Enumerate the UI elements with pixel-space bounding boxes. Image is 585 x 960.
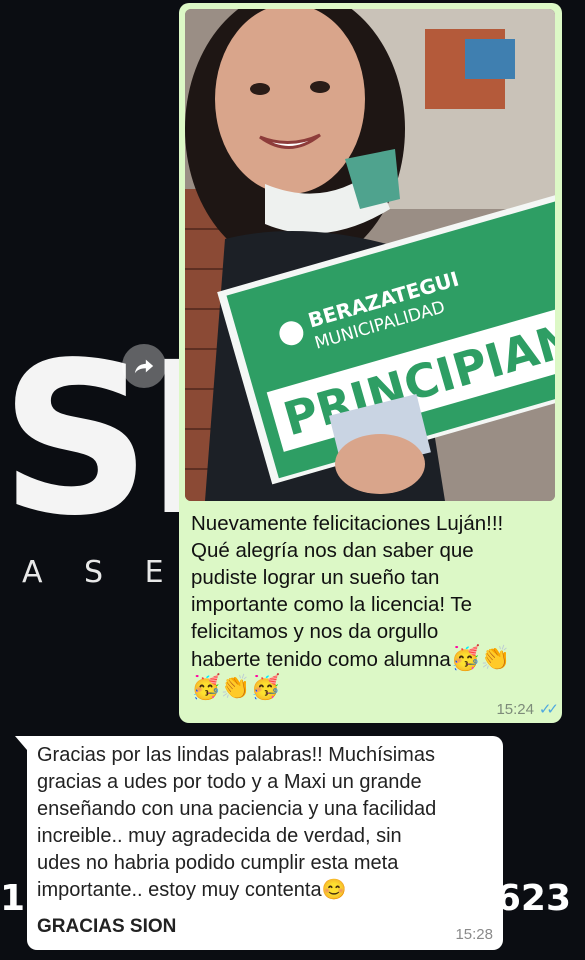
forward-icon — [134, 359, 154, 374]
celebration-emoji-inline: 🥳👏 — [450, 645, 511, 672]
incoming-message-text: Gracias por las lindas palabras!! Muchís… — [37, 744, 437, 901]
photo-image: PRINCIPIANT BERAZATEGUI MUNICIPALIDAD — [185, 9, 555, 501]
wallpaper-phone-left: 1 — [0, 878, 26, 919]
wallpaper-phone-right: 623 — [495, 878, 571, 919]
incoming-message-signature: GRACIAS SION — [37, 916, 177, 937]
forward-button[interactable] — [122, 344, 166, 388]
outgoing-message-bubble[interactable]: PRINCIPIANT BERAZATEGUI MUNICIPALIDAD Nu… — [179, 3, 562, 723]
celebration-emoji-line: 🥳👏🥳 — [191, 674, 281, 701]
incoming-timestamp: 15:28 — [455, 926, 493, 943]
outgoing-timestamp: 15:24 — [496, 701, 534, 718]
outgoing-message-text: Nuevamente felicitaciones Luján!!! Qué a… — [191, 510, 553, 673]
read-ticks-icon: ✓✓ — [538, 701, 559, 718]
message-photo[interactable]: PRINCIPIANT BERAZATEGUI MUNICIPALIDAD — [185, 9, 555, 501]
incoming-message-bubble[interactable]: Gracias por las lindas palabras!! Muchís… — [15, 736, 503, 950]
